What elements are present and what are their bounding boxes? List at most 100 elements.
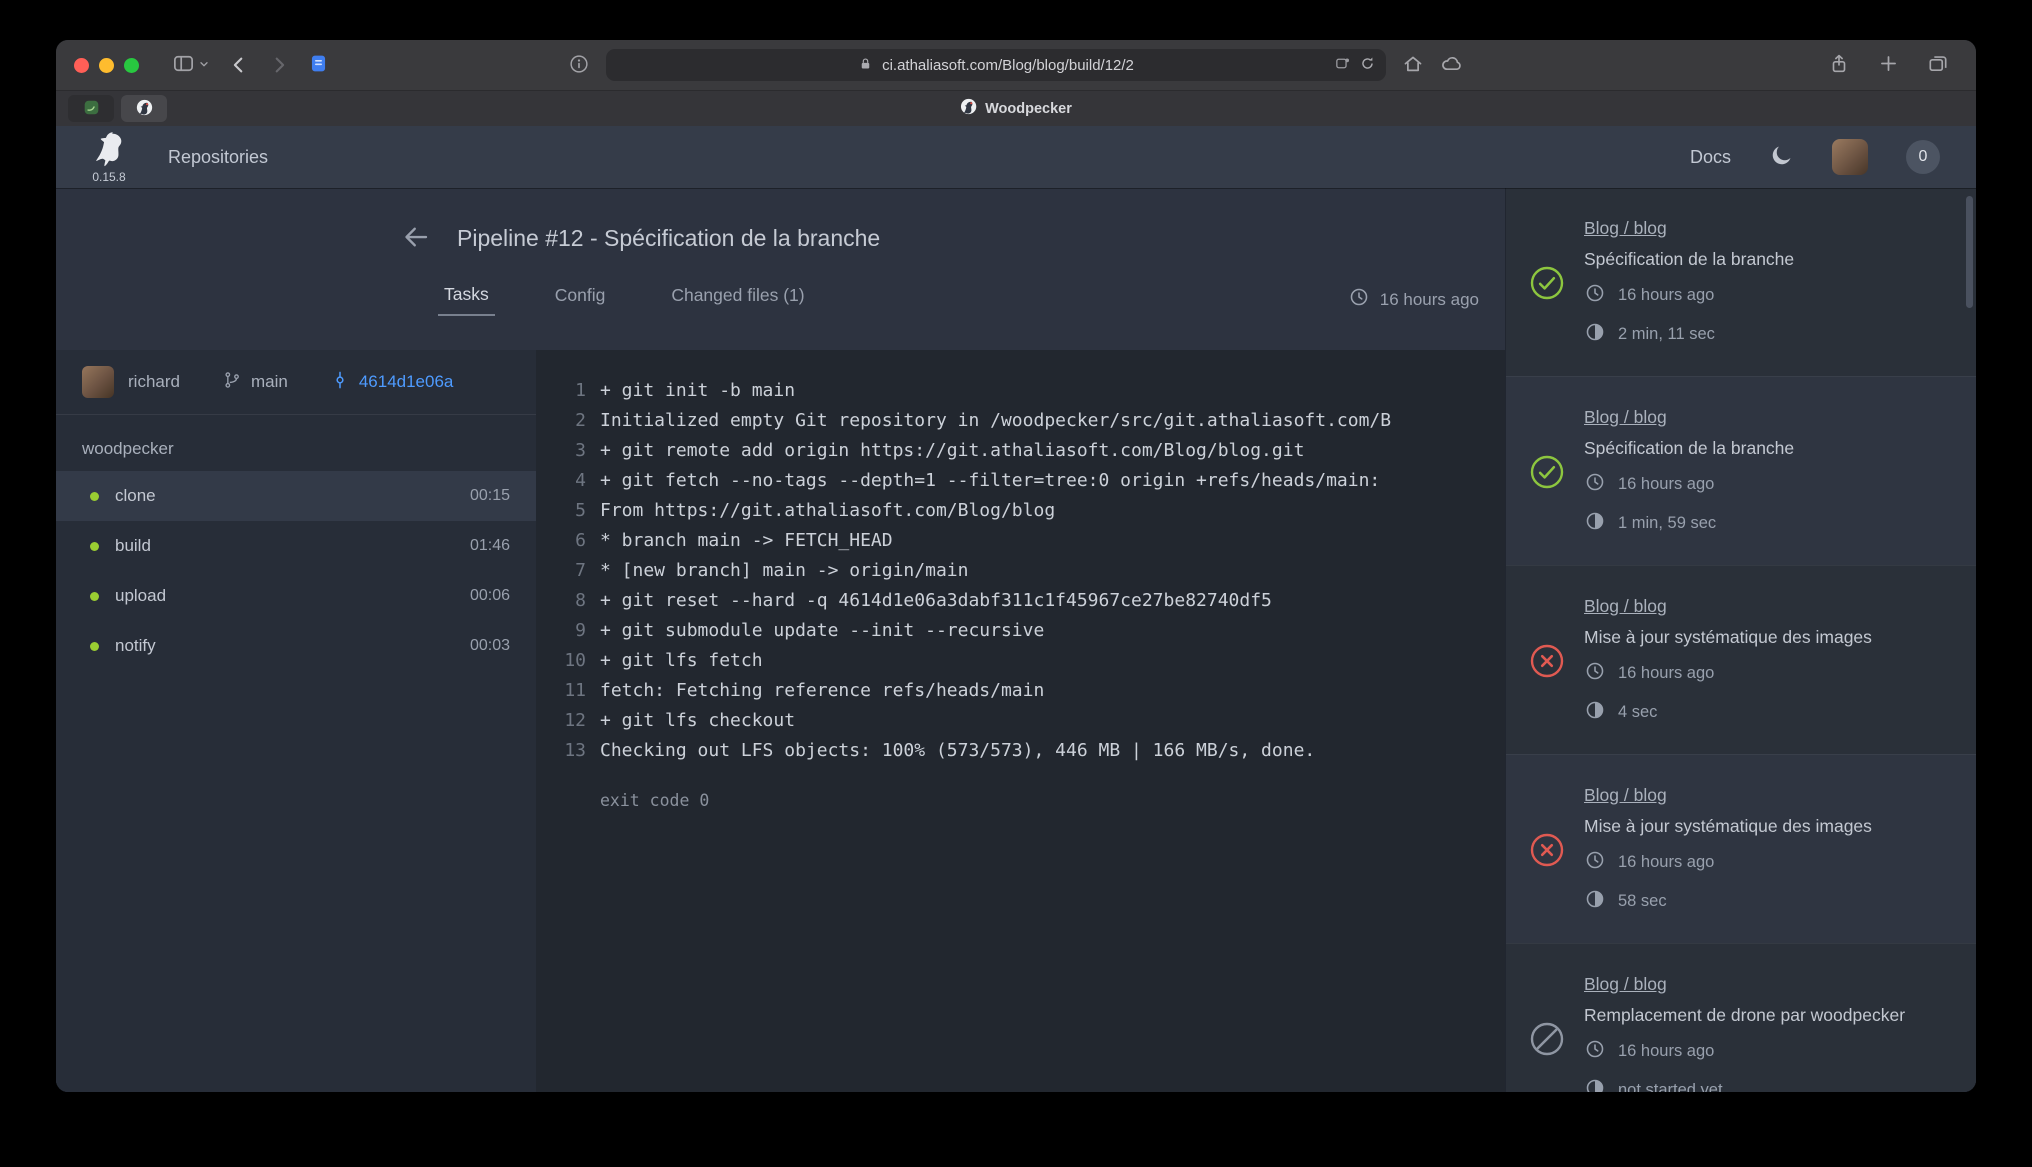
git-commit-icon: [330, 370, 350, 395]
exit-code-label: exit code 0: [600, 786, 1487, 816]
woodpecker-brand[interactable]: 0.15.8: [92, 131, 126, 184]
commit-link[interactable]: 4614d1e06a: [359, 372, 454, 392]
sidebar-scrollbar[interactable]: [1966, 196, 1973, 308]
log-line-number: 11: [554, 676, 586, 706]
duration-icon: [1584, 510, 1606, 537]
clock-icon: [1584, 471, 1606, 498]
step-notify[interactable]: notify 00:03: [56, 621, 536, 671]
extension-icon: [1334, 55, 1351, 75]
build-list-item[interactable]: Blog / blog Remplacement de drone par wo…: [1506, 943, 1976, 1092]
pinned-favicon-1: [83, 99, 100, 119]
author-avatar: [82, 366, 114, 398]
log-line-text: Checking out LFS objects: 100% (573/573)…: [600, 736, 1315, 766]
screen: ci.athaliasoft.com/Blog/blog/build/12/2: [0, 0, 2032, 1167]
new-tab-button[interactable]: [1878, 53, 1899, 77]
log-line-number: 13: [554, 736, 586, 766]
extension-button[interactable]: [1334, 55, 1351, 75]
build-list-item[interactable]: Blog / blog Spécification de la branche …: [1506, 188, 1976, 376]
home-button[interactable]: [1402, 53, 1424, 78]
build-message: Spécification de la branche: [1584, 438, 1950, 459]
duration-icon: [1584, 699, 1606, 726]
sidebar-icon: [172, 52, 195, 78]
close-window-button[interactable]: [74, 58, 89, 73]
build-time: 16 hours ago: [1618, 286, 1714, 305]
status-not-started-icon: [1528, 1021, 1566, 1057]
icloud-tabs-button[interactable]: [1440, 52, 1464, 79]
pinned-tab-1[interactable]: [68, 95, 114, 122]
build-duration-row: 4 sec: [1584, 699, 1950, 726]
address-bar[interactable]: ci.athaliasoft.com/Blog/blog/build/12/2: [606, 49, 1386, 81]
build-message: Remplacement de drone par woodpecker: [1584, 1005, 1950, 1026]
zoom-window-button[interactable]: [124, 58, 139, 73]
build-list-item[interactable]: Blog / blog Mise à jour systématique des…: [1506, 754, 1976, 943]
log-line-text: * branch main -> FETCH_HEAD: [600, 526, 893, 556]
woodpecker-favicon: [960, 98, 977, 119]
pipeline-main: Pipeline #12 - Spécification de la branc…: [56, 188, 1505, 1092]
log-line: 4+ git fetch --no-tags --depth=1 --filte…: [554, 466, 1487, 496]
log-line: 6* branch main -> FETCH_HEAD: [554, 526, 1487, 556]
branch-group: main: [222, 370, 288, 395]
status-success-icon: [1528, 265, 1566, 301]
step-name: notify: [115, 636, 156, 656]
reload-button[interactable]: [1359, 55, 1376, 75]
step-name: build: [115, 536, 151, 556]
status-failure-icon: [1528, 832, 1566, 868]
build-repo-link[interactable]: Blog / blog: [1584, 218, 1667, 239]
back-to-builds-button[interactable]: [401, 222, 431, 255]
tab-tasks[interactable]: Tasks: [438, 283, 495, 316]
build-time-row: 16 hours ago: [1584, 471, 1950, 498]
log-line: 5From https://git.athaliasoft.com/Blog/b…: [554, 496, 1487, 526]
log-line: 10+ git lfs fetch: [554, 646, 1487, 676]
log-line: 12+ git lfs checkout: [554, 706, 1487, 736]
share-icon: [1828, 53, 1850, 78]
share-button[interactable]: [1828, 53, 1850, 78]
log-line-text: + git lfs checkout: [600, 706, 795, 736]
info-icon: [568, 53, 590, 78]
sidebar-toggle-button[interactable]: [172, 52, 210, 78]
nav-repositories-link[interactable]: Repositories: [168, 147, 268, 168]
step-clone[interactable]: clone 00:15: [56, 471, 536, 521]
queue-count-badge[interactable]: 0: [1906, 140, 1940, 174]
chevron-down-icon: [198, 58, 210, 73]
theme-toggle-button[interactable]: [1769, 143, 1794, 171]
arrow-left-icon: [401, 222, 431, 255]
log-line: 11fetch: Fetching reference refs/heads/m…: [554, 676, 1487, 706]
step-build[interactable]: build 01:46: [56, 521, 536, 571]
step-upload[interactable]: upload 00:06: [56, 571, 536, 621]
build-repo-link[interactable]: Blog / blog: [1584, 407, 1667, 428]
forward-button[interactable]: [268, 54, 290, 76]
nav-docs-link[interactable]: Docs: [1690, 147, 1731, 168]
app-version: 0.15.8: [92, 170, 125, 184]
build-time-row: 16 hours ago: [1584, 282, 1950, 309]
minimize-window-button[interactable]: [99, 58, 114, 73]
log-line: 7* [new branch] main -> origin/main: [554, 556, 1487, 586]
app-content: Pipeline #12 - Spécification de la branc…: [56, 188, 1976, 1092]
build-list-item[interactable]: Blog / blog Mise à jour systématique des…: [1506, 565, 1976, 754]
build-list-item[interactable]: Blog / blog Spécification de la branche …: [1506, 376, 1976, 565]
build-repo-link[interactable]: Blog / blog: [1584, 974, 1667, 995]
build-repo-link[interactable]: Blog / blog: [1584, 785, 1667, 806]
active-tab[interactable]: Woodpecker: [960, 91, 1072, 126]
git-branch-icon: [222, 370, 242, 395]
pinned-tab-2[interactable]: [121, 95, 167, 122]
url-text: ci.athaliasoft.com/Blog/blog/build/12/2: [882, 57, 1134, 74]
build-repo-link[interactable]: Blog / blog: [1584, 596, 1667, 617]
step-duration: 00:15: [470, 487, 510, 505]
address-bar-actions: [1334, 49, 1376, 81]
author-name: richard: [128, 372, 180, 392]
log-line-text: From https://git.athaliasoft.com/Blog/bl…: [600, 496, 1055, 526]
pinned-tabs: [68, 95, 167, 122]
clock-icon: [1584, 849, 1606, 876]
tab-overview-button[interactable]: [1927, 53, 1949, 78]
workflow-group-label: woodpecker: [56, 415, 536, 471]
tabs-overview-icon: [1927, 53, 1949, 78]
reload-icon: [1359, 55, 1376, 75]
tab-changed-files[interactable]: Changed files (1): [665, 284, 810, 315]
user-avatar[interactable]: [1832, 139, 1868, 175]
page-settings-button[interactable]: [568, 53, 590, 78]
clock-icon: [1584, 1038, 1606, 1065]
back-button[interactable]: [228, 54, 250, 76]
page-icon-button[interactable]: [308, 53, 329, 77]
step-duration: 00:03: [470, 637, 510, 655]
tab-config[interactable]: Config: [549, 284, 612, 315]
